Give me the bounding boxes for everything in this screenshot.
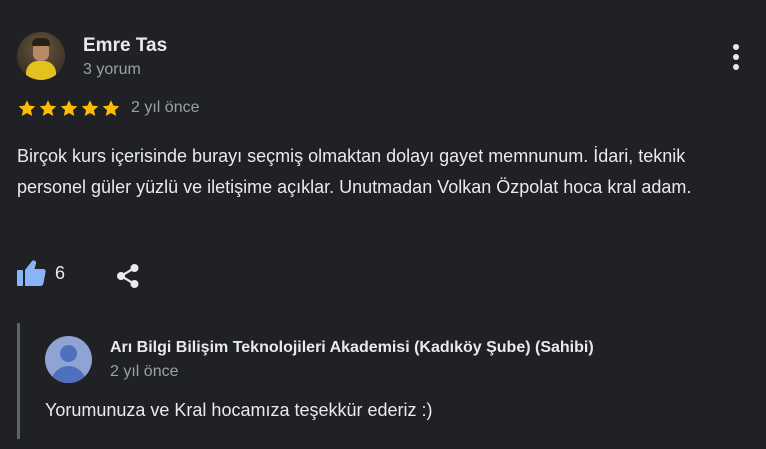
reply-date: 2 yıl önce bbox=[110, 363, 179, 380]
star-rating bbox=[17, 99, 121, 118]
like-button[interactable]: 6 bbox=[17, 260, 65, 286]
avatar-shirt bbox=[26, 61, 56, 80]
star-icon bbox=[39, 100, 57, 117]
avatar-body-shape bbox=[51, 366, 86, 383]
star-icon bbox=[60, 100, 78, 117]
more-options-button[interactable] bbox=[722, 40, 750, 74]
star-icon bbox=[81, 100, 99, 117]
review-text: Birçok kurs içerisinde burayı seçmiş olm… bbox=[17, 146, 692, 197]
review-card: Emre Tas 3 yorum 2 yıl önce Birçok kurs … bbox=[0, 0, 766, 449]
share-button[interactable] bbox=[115, 263, 141, 294]
like-count: 6 bbox=[55, 262, 66, 283]
avatar-head-shape bbox=[60, 345, 77, 362]
star-icon bbox=[102, 100, 120, 117]
owner-reply: Arı Bilgi Bilişim Teknolojileri Akademis… bbox=[17, 323, 757, 439]
owner-avatar bbox=[45, 336, 92, 383]
owner-name: Arı Bilgi Bilişim Teknolojileri Akademis… bbox=[110, 339, 594, 356]
reply-text: Yorumunuza ve Kral hocamıza teşekkür ede… bbox=[45, 400, 433, 420]
share-icon bbox=[117, 264, 139, 288]
author-name[interactable]: Emre Tas bbox=[83, 35, 167, 57]
review-date: 2 yıl önce bbox=[131, 99, 200, 116]
avatar-hair bbox=[32, 38, 50, 46]
author-avatar[interactable] bbox=[17, 32, 65, 80]
author-review-count[interactable]: 3 yorum bbox=[83, 61, 141, 79]
star-icon bbox=[18, 100, 36, 117]
more-vert-icon bbox=[733, 44, 739, 70]
thumbs-up-icon bbox=[17, 260, 46, 286]
